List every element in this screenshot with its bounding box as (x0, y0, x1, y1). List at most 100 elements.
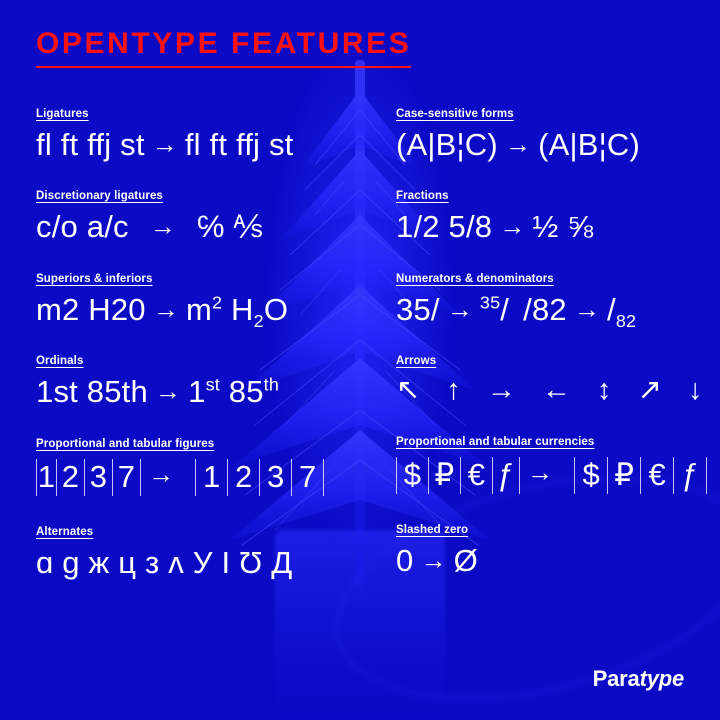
feature-sample-arrows: ↖ ↑ → ← ↕ ↗ ↓ ↔ ↘ (396, 374, 720, 406)
feature-label-superiors-inferiors: Superiors & inferiors (36, 272, 153, 285)
sample-superior-2: 2 (211, 292, 223, 313)
feature-label-slashed-zero: Slashed zero (396, 524, 469, 536)
figure-cell: 2 (56, 458, 84, 496)
feature-sample-superiors-inferiors: m2 H20 → m2 H2O (36, 291, 396, 329)
feature-superiors-inferiors: Superiors & inferiors m2 H20 → m2 H2O (36, 269, 396, 330)
feature-label-proportional-tabular-currencies: Proportional and tabular currencies (396, 435, 595, 448)
feature-case-sensitive-forms: Case-sensitive forms (A|B¦C) → (A|B¦C) (396, 104, 720, 160)
feature-sample-ligatures: fl ft ffj st → fl ft ffj st (36, 129, 396, 160)
paratype-logo: Paratype (592, 666, 685, 692)
feature-label-case-sensitive-forms: Case-sensitive forms (396, 107, 514, 120)
sample-before: 1st 85th (36, 374, 148, 409)
sample-denominator-82: 82 (615, 310, 637, 331)
currency-cell: $ (396, 456, 428, 494)
currency-cell: ₽ (607, 456, 640, 494)
feature-proportional-tabular-figures: Proportional and tabular figures 1237 → … (36, 434, 396, 496)
figure-cell: 3 (84, 458, 112, 496)
arrow-icon: → (573, 293, 601, 324)
arrow-icon: → (499, 211, 526, 241)
feature-sample-numerators-denominators: 35/→ 35//82 →/82 (396, 291, 720, 329)
feature-ligatures: Ligatures fl ft ffj st → fl ft ffj st (36, 104, 396, 160)
figure-cell: 7 (112, 458, 141, 496)
arrow-icon: → (446, 293, 473, 324)
feature-sample-fractions: 1/2 5/8 → ½ ⅝ (396, 211, 720, 242)
sample-ordinal-st: st (205, 374, 220, 395)
proportional-currencies-group: $ ₽ € ƒ (396, 456, 520, 494)
sample-before-2: /82 (523, 291, 567, 327)
currency-cell: € (640, 456, 673, 494)
right-column: Case-sensitive forms (A|B¦C) → (A|B¦C) Fra… (396, 104, 720, 605)
currency-cell: ƒ (492, 456, 520, 494)
left-column: Ligatures fl ft ffj st → fl ft ffj st Disc… (36, 104, 396, 605)
sample-after: Ø (453, 543, 478, 578)
sample-before: 0 (396, 543, 414, 578)
currency-cell: € (460, 456, 492, 494)
sample-before: m2 H20 (36, 291, 146, 327)
arrow-icon: → (148, 459, 175, 490)
figure-cell: 1 (36, 458, 56, 496)
feature-sample-ordinals: 1st 85th → 1st 85th (36, 376, 396, 407)
proportional-figures-group: 1237 (36, 458, 141, 496)
sample-after: fl ft ffj st (184, 126, 294, 162)
feature-sample-proportional-tabular-figures: 1237 → 1237 (36, 458, 396, 496)
feature-label-fractions: Fractions (396, 190, 449, 202)
sample-after-m: m (185, 291, 212, 327)
tabular-figures-group: 1237 (195, 458, 325, 496)
logo-text-type: type (639, 666, 685, 691)
sample-after: ½ ⅝ (532, 209, 594, 244)
currency-cell: $ (574, 456, 607, 494)
currency-cell: ₽ (428, 456, 460, 494)
feature-sample-slashed-zero: 0 → Ø (396, 545, 720, 576)
sample-inferior-2: 2 (253, 310, 264, 331)
arrow-icon: → (151, 128, 178, 159)
logo-text-para: Para (592, 666, 640, 691)
page-title: OPENTYPE FEATURES (36, 28, 412, 68)
features-grid: Ligatures fl ft ffj st → fl ft ffj st Disc… (36, 104, 720, 605)
poster-content: OPENTYPE FEATURES Ligatures fl ft ffj st… (0, 0, 720, 605)
feature-label-numerators-denominators: Numerators & denominators (396, 272, 554, 285)
feature-slashed-zero: Slashed zero 0 → Ø (396, 520, 720, 576)
tabular-currencies-group: $ ₽ € ƒ (574, 456, 708, 494)
figure-cell: 1 (195, 458, 227, 496)
sample-after-85: 85 (228, 374, 264, 409)
sample-before-1: 35/ (396, 291, 440, 327)
title-area: OPENTYPE FEATURES (36, 0, 684, 68)
feature-label-alternates: Alternates (36, 526, 94, 538)
sample-numerator-35: 35 (479, 292, 501, 313)
feature-alternates: Alternates ɑ g ж ц з ʌ У I Ʊ Д (36, 522, 396, 578)
currency-cell: ƒ (673, 456, 708, 494)
feature-sample-case-sensitive-forms: (A|B¦C) → (A|B¦C) (396, 129, 720, 160)
figure-cell: 3 (259, 458, 291, 496)
feature-arrows: Arrows ↖ ↑ → ← ↕ ↗ ↓ ↔ ↘ (396, 351, 720, 405)
feature-discretionary-ligatures: Discretionary ligatures c/o a/c → ℅ ⅍ (36, 186, 396, 242)
feature-sample-proportional-tabular-currencies: $ ₽ € ƒ → $ ₽ € ƒ (396, 456, 720, 494)
feature-label-ordinals: Ordinals (36, 355, 84, 367)
arrow-icon: → (420, 545, 447, 575)
sample-after-h: H (231, 291, 254, 327)
figure-cell: 7 (291, 458, 325, 496)
feature-ordinals: Ordinals 1st 85th → 1st 85th (36, 351, 396, 407)
arrow-icon: → (504, 128, 532, 159)
arrow-icon: → (149, 211, 176, 241)
sample-ordinal-th: th (263, 374, 280, 395)
feature-label-discretionary-ligatures: Discretionary ligatures (36, 190, 163, 202)
feature-proportional-tabular-currencies: Proportional and tabular currencies $ ₽ € ƒ… (396, 432, 720, 494)
feature-sample-alternates: ɑ g ж ц з ʌ У I Ʊ Д (36, 545, 293, 580)
sample-slash-1: / (500, 291, 510, 327)
sample-after: ℅ ⅍ (196, 209, 263, 244)
feature-numerators-denominators: Numerators & denominators 35/→ 35//82 →/82 (396, 269, 720, 330)
feature-label-arrows: Arrows (396, 355, 437, 367)
figure-cell: 2 (227, 458, 259, 496)
sample-before: 1/2 5/8 (396, 209, 493, 244)
arrow-icon: → (527, 457, 554, 488)
feature-label-proportional-tabular-figures: Proportional and tabular figures (36, 437, 215, 450)
sample-after-o: O (263, 291, 289, 327)
sample-before: (A|B¦C) (396, 126, 498, 162)
arrow-icon: → (152, 293, 179, 324)
sample-after-1: 1 (188, 374, 206, 409)
feature-label-ligatures: Ligatures (36, 107, 89, 120)
feature-sample-discretionary-ligatures: c/o a/c → ℅ ⅍ (36, 211, 396, 242)
sample-before: c/o a/c (36, 209, 129, 244)
opentype-features-poster: OPENTYPE FEATURES Ligatures fl ft ffj st… (0, 0, 720, 720)
feature-fractions: Fractions 1/2 5/8 → ½ ⅝ (396, 186, 720, 242)
